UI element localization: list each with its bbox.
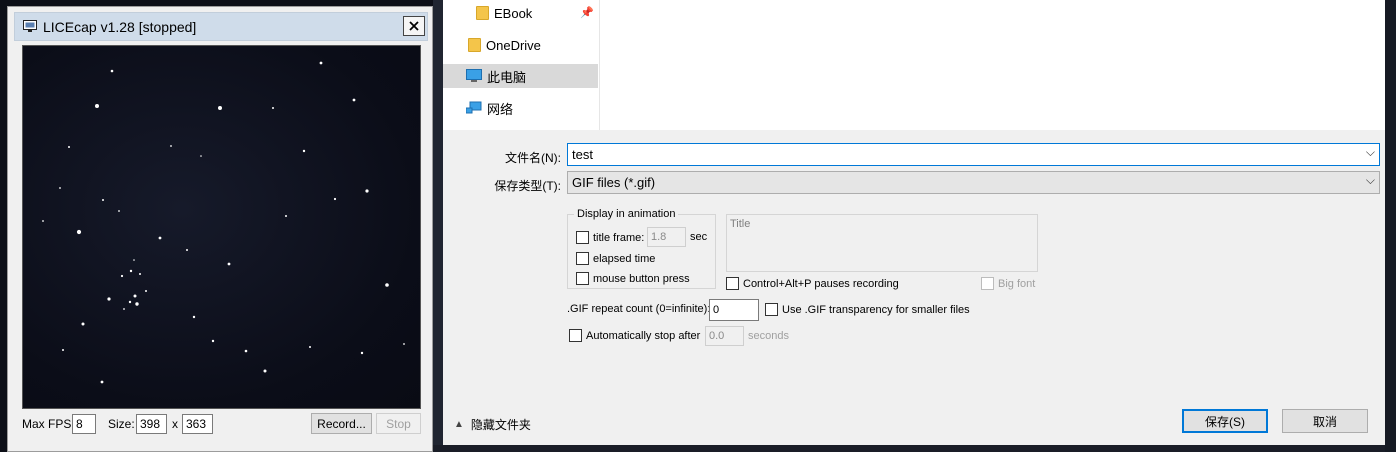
starfield-image bbox=[42, 61, 405, 384]
filetype-select[interactable]: GIF files (*.gif) ⌵ bbox=[567, 171, 1380, 194]
checkbox-box[interactable] bbox=[981, 277, 994, 290]
group-title: Display in animation bbox=[574, 208, 679, 220]
auto-stop-seconds-input[interactable] bbox=[705, 326, 744, 346]
auto-stop-label: Automatically stop after bbox=[586, 329, 701, 342]
nav-item-label: 此电脑 bbox=[487, 69, 527, 85]
desktop-background-right bbox=[1385, 0, 1396, 452]
big-font-checkbox[interactable]: Big font bbox=[981, 277, 1035, 290]
chevron-down-icon[interactable]: ⌵ bbox=[1366, 173, 1375, 188]
hide-folders-toggle[interactable]: ▲ 隐藏文件夹 bbox=[454, 416, 531, 433]
filename-value: test bbox=[572, 147, 593, 162]
nav-item-onedrive[interactable]: OneDrive bbox=[443, 33, 598, 57]
max-fps-input[interactable] bbox=[72, 414, 96, 434]
checkbox-box[interactable] bbox=[726, 277, 739, 290]
checkbox-box[interactable] bbox=[569, 329, 582, 342]
licecap-title: LICEcap v1.28 [stopped] bbox=[43, 19, 197, 35]
repeat-count-input[interactable] bbox=[709, 299, 759, 321]
nav-item-label: 网络 bbox=[487, 101, 514, 117]
title-frame-label: title frame: bbox=[593, 231, 645, 244]
title-frame-checkbox[interactable]: title frame: bbox=[576, 231, 644, 244]
hide-folders-label: 隐藏文件夹 bbox=[470, 418, 531, 432]
filename-input[interactable]: test ⌵ bbox=[567, 143, 1380, 166]
filename-label: 文件名(N): bbox=[505, 151, 561, 165]
close-button[interactable] bbox=[403, 16, 425, 36]
save-button[interactable]: 保存(S) bbox=[1182, 409, 1268, 433]
title-frame-seconds-input[interactable] bbox=[647, 227, 686, 247]
chevron-down-icon[interactable]: ⌵ bbox=[1366, 145, 1375, 160]
filetype-value: GIF files (*.gif) bbox=[572, 175, 656, 190]
width-input[interactable] bbox=[136, 414, 167, 434]
nav-item-this-pc[interactable]: 此电脑 bbox=[443, 64, 598, 88]
mouse-button-press-label: mouse button press bbox=[593, 272, 690, 285]
max-fps-label: Max FPS: bbox=[22, 417, 75, 431]
filetype-label: 保存类型(T): bbox=[494, 179, 561, 193]
computer-icon bbox=[466, 69, 482, 82]
elapsed-time-checkbox[interactable]: elapsed time bbox=[576, 252, 655, 265]
licecap-title-bar[interactable]: LICEcap v1.28 [stopped] bbox=[14, 12, 428, 41]
checkbox-box[interactable] bbox=[765, 303, 778, 316]
licecap-controls: Max FPS: Size: x Record... Stop bbox=[8, 409, 434, 439]
checkbox-box[interactable] bbox=[576, 252, 589, 265]
cancel-button[interactable]: 取消 bbox=[1282, 409, 1368, 433]
size-label: Size: bbox=[108, 417, 135, 431]
desktop-background bbox=[433, 0, 443, 452]
title-placeholder: Title bbox=[730, 218, 751, 230]
chevron-up-icon: ▲ bbox=[454, 419, 464, 430]
auto-stop-checkbox[interactable]: Automatically stop after bbox=[569, 329, 700, 342]
pin-icon[interactable]: 📌 bbox=[580, 6, 594, 19]
big-font-label: Big font bbox=[998, 277, 1036, 290]
height-input[interactable] bbox=[182, 414, 213, 434]
checkbox-box[interactable] bbox=[576, 231, 589, 244]
checkbox-box[interactable] bbox=[576, 272, 589, 285]
title-text-input[interactable]: Title bbox=[726, 214, 1038, 272]
title-frame-unit: sec bbox=[690, 231, 708, 243]
transparency-label: Use .GIF transparency for smaller files bbox=[782, 303, 970, 316]
nav-item-ebook[interactable]: EBook 📌 bbox=[443, 1, 598, 25]
file-list-pane[interactable] bbox=[600, 0, 1385, 130]
licecap-window: LICEcap v1.28 [stopped] Max FPS: 8 Size:… bbox=[7, 6, 433, 452]
capture-area[interactable] bbox=[22, 45, 421, 409]
nav-item-label: EBook bbox=[494, 5, 533, 21]
elapsed-time-label: elapsed time bbox=[593, 252, 656, 265]
auto-stop-unit: seconds bbox=[748, 330, 789, 342]
folder-icon bbox=[468, 38, 481, 52]
transparency-checkbox[interactable]: Use .GIF transparency for smaller files bbox=[765, 303, 970, 316]
mouse-button-press-checkbox[interactable]: mouse button press bbox=[576, 272, 690, 285]
record-button[interactable]: Record... bbox=[311, 413, 372, 434]
repeat-count-label: .GIF repeat count (0=infinite): bbox=[567, 303, 711, 315]
pause-shortcut-checkbox[interactable]: Control+Alt+P pauses recording bbox=[726, 277, 899, 290]
size-x-label: x bbox=[172, 417, 178, 431]
pause-shortcut-label: Control+Alt+P pauses recording bbox=[743, 277, 899, 290]
nav-item-network[interactable]: 网络 bbox=[443, 96, 598, 120]
stop-button[interactable]: Stop bbox=[376, 413, 421, 434]
desktop-background-bottom bbox=[433, 445, 1396, 452]
navigation-pane: EBook 📌 OneDrive 此电脑 网络 bbox=[443, 0, 600, 130]
save-dialog: EBook 📌 OneDrive 此电脑 网络 文件名(N): test ⌵ 保… bbox=[443, 0, 1385, 445]
folder-icon bbox=[476, 6, 489, 20]
network-icon bbox=[466, 101, 482, 114]
licecap-app-icon bbox=[23, 20, 37, 32]
nav-item-label: OneDrive bbox=[486, 37, 541, 53]
close-icon bbox=[409, 21, 419, 31]
